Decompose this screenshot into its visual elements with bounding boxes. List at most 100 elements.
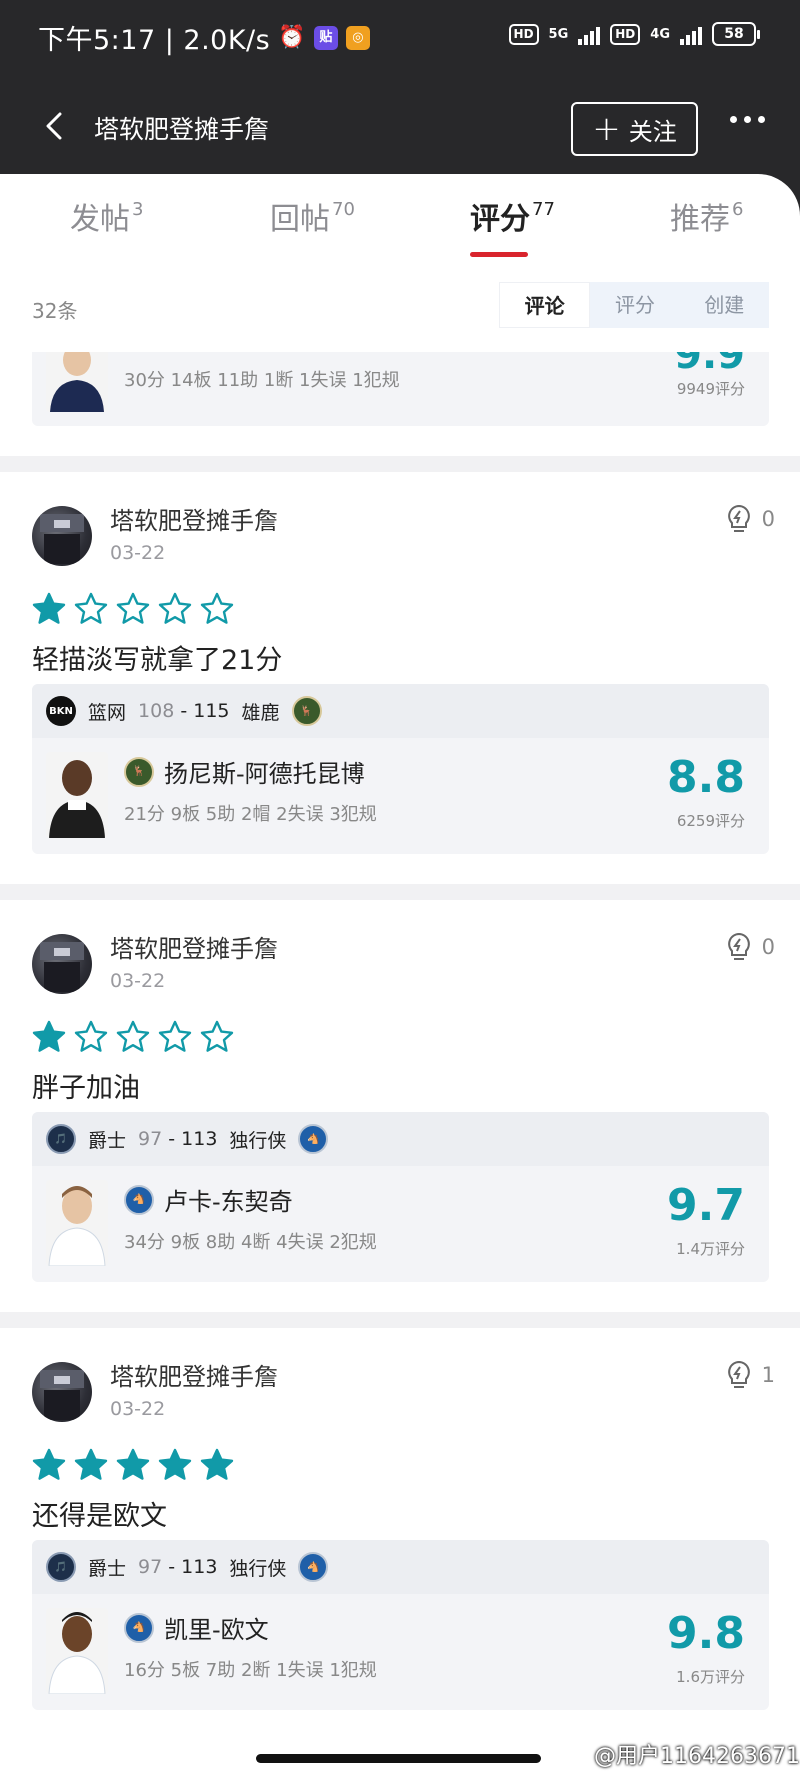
score-separator: - (168, 1128, 176, 1150)
star-empty-icon (200, 1020, 234, 1052)
player-photo (46, 1608, 108, 1694)
page-title: 塔软肥登摊手詹 (94, 115, 270, 144)
app-notification-icon: 贴 (314, 25, 339, 50)
author-name[interactable]: 塔软肥登摊手詹 (110, 1362, 278, 1392)
player-rating: 8.8 (667, 752, 745, 803)
tab-label: 推荐 (670, 202, 730, 237)
star-empty-icon (158, 1020, 192, 1052)
avatar[interactable] (32, 506, 92, 566)
team-logo-icon: BKN (46, 696, 76, 726)
tab-count: 3 (132, 199, 144, 220)
segment-control: 评论 评分 创建 (499, 282, 769, 328)
game-header: 🎵 爵士 97 - 113 独行侠 🐴 (32, 1112, 769, 1166)
divider (0, 1312, 800, 1328)
team-logo-icon: 🐴 (124, 1612, 154, 1643)
tab-count: 77 (532, 199, 555, 220)
like-count: 0 (761, 507, 775, 531)
player-rating: 9.8 (667, 1608, 745, 1659)
team-logo-icon: 🦌 (124, 756, 154, 787)
signal-icon (578, 23, 601, 45)
star-empty-icon (74, 1020, 108, 1052)
divider (0, 884, 800, 900)
tab-bar: 发帖 3 回帖 70 评分 77 推荐 6 (0, 194, 800, 264)
chevron-left-icon (46, 112, 62, 140)
back-button[interactable] (38, 108, 74, 144)
like-button[interactable]: 0 (726, 932, 775, 962)
more-button[interactable] (730, 116, 765, 123)
author-info: 塔软肥登摊手詹 03-22 (110, 934, 278, 992)
signal-icon-2 (680, 23, 702, 45)
star-rating (32, 592, 234, 626)
star-filled-icon (200, 1448, 234, 1480)
star-filled-icon (158, 1448, 192, 1480)
player-row: 🐴 卢卡-东契奇 34分 9板 8助 4断 4失误 2犯规 9.7 1.4万评分 (32, 1166, 769, 1282)
status-time: 下午5:17 | 2.0K/s (38, 25, 271, 56)
player-rating-count: 1.4万评分 (676, 1240, 745, 1258)
follow-button[interactable]: + 关注 (571, 102, 698, 156)
author-info: 塔软肥登摊手詹 03-22 (110, 506, 278, 564)
tab-posts[interactable]: 发帖 3 (70, 194, 143, 238)
author-name[interactable]: 塔软肥登摊手詹 (110, 934, 278, 964)
dot-icon (730, 116, 737, 123)
post-date: 03-22 (110, 542, 166, 564)
like-button[interactable]: 1 (726, 1360, 775, 1390)
tab-recommend[interactable]: 推荐 6 (670, 194, 743, 238)
home-score: 97 (138, 1128, 163, 1150)
home-indicator[interactable] (256, 1754, 541, 1763)
star-rating (32, 1448, 234, 1482)
team-logo-icon: 🦌 (291, 696, 322, 726)
game-header: BKN 篮网 108 - 115 雄鹿 🦌 (32, 684, 769, 738)
author-name[interactable]: 塔软肥登摊手詹 (110, 506, 278, 536)
avatar[interactable] (32, 1362, 92, 1422)
divider (0, 456, 800, 472)
author-info: 塔软肥登摊手詹 03-22 (110, 1362, 278, 1420)
like-button[interactable]: 0 (726, 504, 775, 534)
game-card-partial[interactable]: 30分 14板 11助 1断 1失误 1犯规 9.9 9949评分 (32, 352, 769, 426)
player-stats: 34分 9板 8助 4断 4失误 2犯规 (124, 1232, 377, 1253)
like-count: 1 (761, 1363, 775, 1387)
player-row: 🦌 扬尼斯-阿德托昆博 21分 9板 5助 2帽 2失误 3犯规 8.8 625… (32, 738, 769, 854)
battery-icon: 58 (712, 22, 760, 46)
tab-replies[interactable]: 回帖 70 (270, 194, 355, 238)
away-team: 独行侠 (229, 1129, 287, 1152)
star-empty-icon (116, 1020, 150, 1052)
player-photo (46, 352, 108, 412)
away-score: 113 (181, 1556, 218, 1578)
tab-label: 评分 (470, 202, 530, 237)
player-name: 卢卡-东契奇 (164, 1188, 293, 1216)
avatar[interactable] (32, 934, 92, 994)
player-photo (46, 752, 108, 838)
player-rating: 9.9 (674, 352, 745, 378)
player-rating-count: 1.6万评分 (676, 1668, 745, 1686)
player-name: 扬尼斯-阿德托昆博 (164, 760, 365, 788)
star-filled-icon (32, 592, 66, 624)
status-bar: 下午5:17 | 2.0K/s ⏰ 贴 ◎ HD 5G HD 4G 58 (0, 0, 800, 78)
game-card[interactable]: 🎵 爵士 97 - 113 独行侠 🐴 🐴 卢卡-东契奇 34分 9板 8助 4… (32, 1112, 769, 1282)
team-logo-icon: 🎵 (46, 1124, 76, 1154)
network-4g-label: 4G (650, 26, 670, 42)
away-team: 独行侠 (229, 1557, 287, 1580)
player-stats: 21分 9板 5助 2帽 2失误 3犯规 (124, 804, 377, 825)
score-separator: - (168, 1556, 176, 1578)
home-score: 97 (138, 1556, 163, 1578)
star-filled-icon (116, 1448, 150, 1480)
player-photo (46, 1180, 108, 1266)
game-card[interactable]: 🎵 爵士 97 - 113 独行侠 🐴 🐴 凯里-欧文 16分 5板 7助 2断… (32, 1540, 769, 1710)
away-score: 115 (193, 700, 230, 722)
tab-ratings[interactable]: 评分 77 (470, 194, 555, 238)
like-count: 0 (761, 935, 775, 959)
player-rating-count: 6259评分 (676, 812, 745, 830)
post-author[interactable]: 塔软肥登摊手詹 03-22 (32, 506, 278, 566)
star-filled-icon (74, 1448, 108, 1480)
segment-comment[interactable]: 评论 (499, 282, 591, 328)
star-empty-icon (200, 592, 234, 624)
alarm-icon: ⏰ (278, 25, 307, 50)
segment-created[interactable]: 创建 (680, 282, 769, 328)
player-name-row: 🐴 卢卡-东契奇 (124, 1182, 293, 1217)
game-header: 🎵 爵士 97 - 113 独行侠 🐴 (32, 1540, 769, 1594)
post-text: 轻描淡写就拿了21分 (32, 645, 283, 676)
post-author[interactable]: 塔软肥登摊手詹 03-22 (32, 1362, 278, 1422)
game-card[interactable]: BKN 篮网 108 - 115 雄鹿 🦌 🦌 扬尼斯-阿德托昆博 21分 9板… (32, 684, 769, 854)
segment-rating[interactable]: 评分 (590, 282, 679, 328)
post-author[interactable]: 塔软肥登摊手詹 03-22 (32, 934, 278, 994)
